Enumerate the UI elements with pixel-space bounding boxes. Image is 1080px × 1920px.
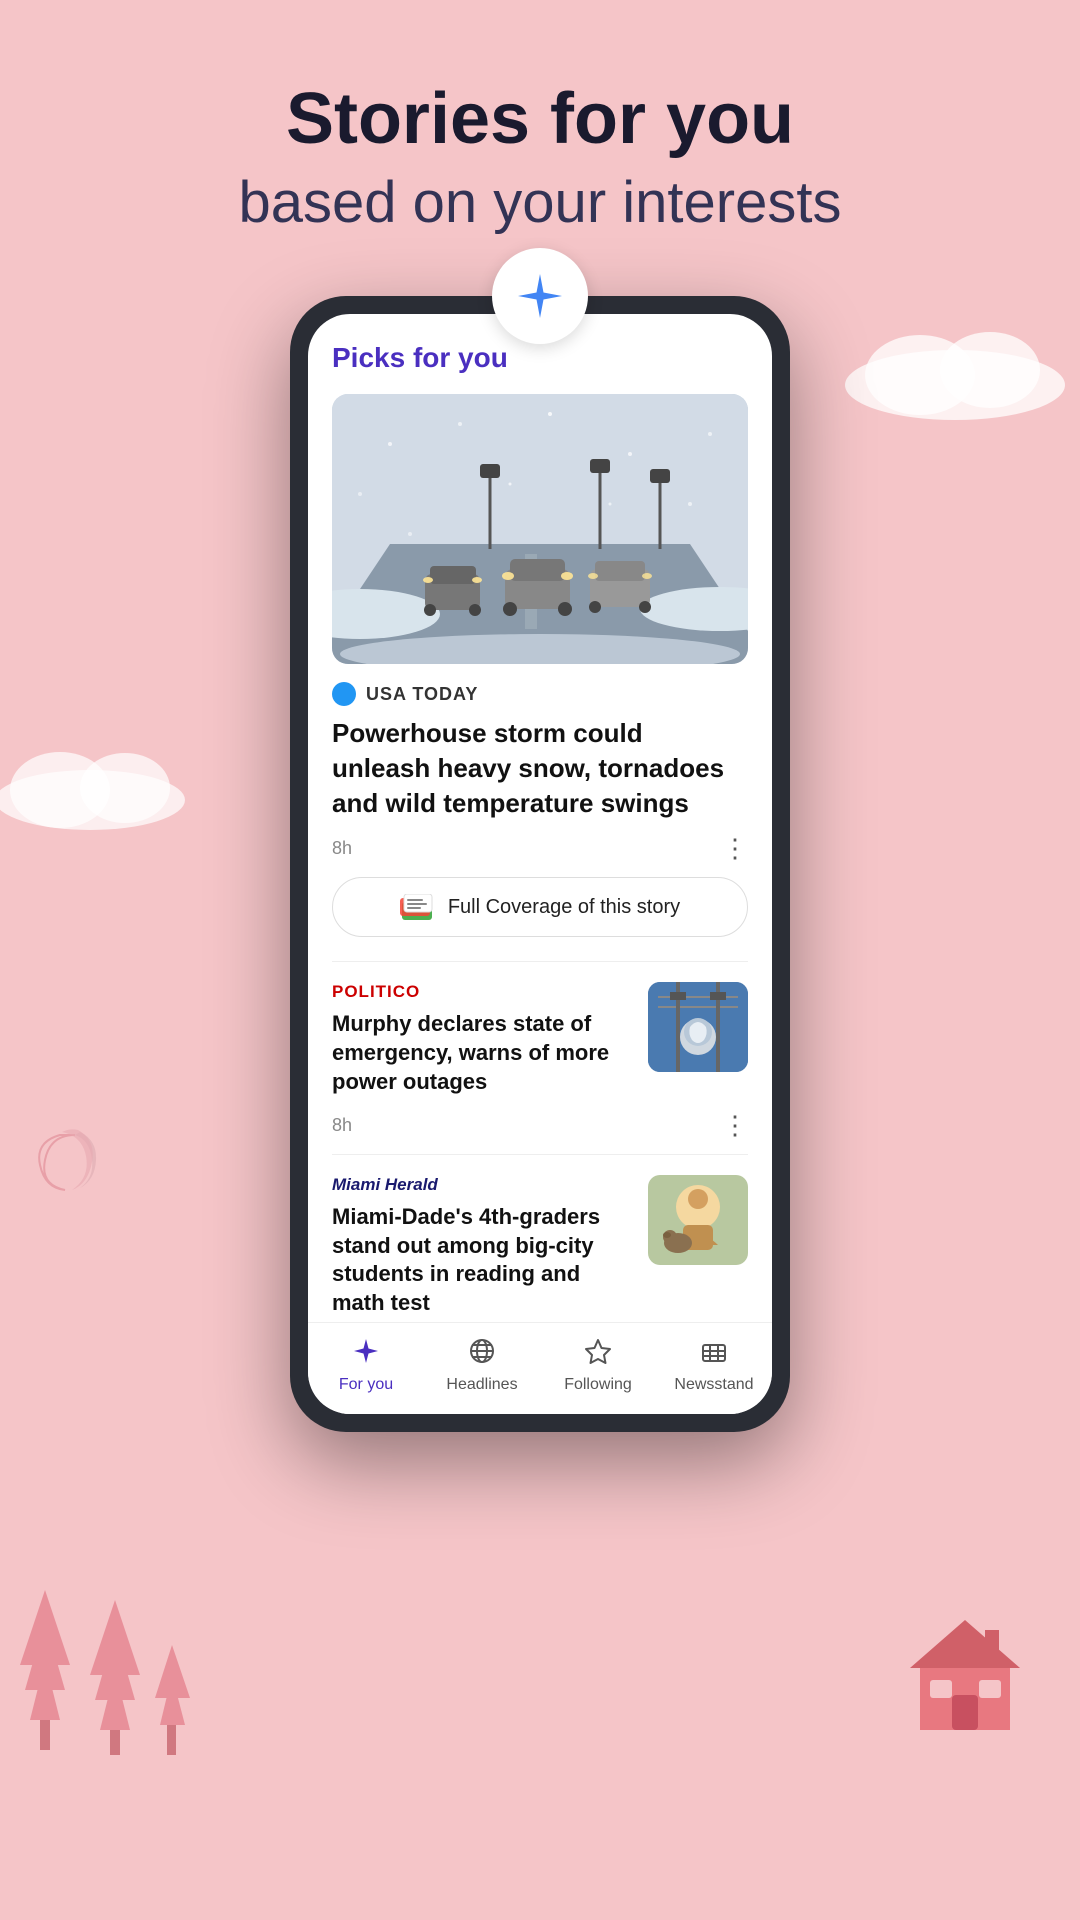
nav-for-you[interactable]: For you — [308, 1337, 424, 1394]
nav-newsstand-label: Newsstand — [674, 1376, 753, 1394]
usa-today-logo — [332, 682, 356, 706]
hero-article-meta: 8h ⋮ — [332, 835, 748, 861]
article-3-headline: Miami-Dade's 4th-graders stand out among… — [332, 1203, 634, 1317]
following-icon — [584, 1337, 612, 1370]
hero-more-options[interactable]: ⋮ — [722, 835, 748, 861]
hero-source-row: USA TODAY — [332, 682, 748, 706]
phone-mockup: Picks for you — [290, 296, 790, 1432]
nav-for-you-label: For you — [339, 1376, 393, 1394]
bg-cloud-1 — [840, 330, 1070, 420]
header-title-line2: based on your interests — [239, 169, 842, 236]
bg-cloud-2 — [0, 750, 190, 830]
article-2-content: POLITICO Murphy declares state of emerge… — [332, 982, 634, 1096]
bg-trees — [0, 1500, 210, 1760]
for-you-icon — [352, 1337, 380, 1370]
newsstand-icon — [700, 1337, 728, 1370]
article-2-headline: Murphy declares state of emergency, warn… — [332, 1010, 634, 1096]
miami-herald-source: Miami Herald — [332, 1175, 634, 1195]
article-row-3[interactable]: Miami Herald Miami-Dade's 4th-graders st… — [332, 1175, 748, 1317]
article-2-time: 8h — [332, 1115, 352, 1136]
phone-screen: Picks for you — [308, 314, 772, 1414]
nav-headlines-label: Headlines — [446, 1376, 517, 1394]
nav-newsstand[interactable]: Newsstand — [656, 1337, 772, 1394]
article-3-image — [648, 1175, 748, 1265]
hero-article-image — [332, 394, 748, 664]
header-section: Stories for you based on your interests — [239, 0, 842, 276]
hero-headline: Powerhouse storm could unleash heavy sno… — [332, 716, 748, 821]
hero-source-name: USA TODAY — [366, 684, 478, 705]
divider-2 — [332, 1154, 748, 1155]
google-news-badge — [492, 248, 588, 344]
bg-moon — [20, 1120, 100, 1200]
article-2-more[interactable]: ⋮ — [722, 1112, 748, 1138]
article-2-image — [648, 982, 748, 1072]
hero-article-time: 8h — [332, 838, 352, 859]
nav-following-label: Following — [564, 1376, 632, 1394]
full-coverage-label: Full Coverage of this story — [448, 896, 680, 919]
sparkle-icon — [514, 270, 566, 322]
full-coverage-icon — [400, 894, 436, 920]
phone-frame: Picks for you — [290, 296, 790, 1432]
divider-1 — [332, 961, 748, 962]
bottom-navigation: For you Headlines — [308, 1322, 772, 1414]
nav-following[interactable]: Following — [540, 1337, 656, 1394]
nav-headlines[interactable]: Headlines — [424, 1337, 540, 1394]
article-2-meta: 8h ⋮ — [332, 1104, 748, 1154]
politico-source: POLITICO — [332, 982, 634, 1002]
article-3-content: Miami Herald Miami-Dade's 4th-graders st… — [332, 1175, 634, 1317]
header-title-line1: Stories for you — [239, 80, 842, 159]
full-coverage-button[interactable]: Full Coverage of this story — [332, 877, 748, 937]
picks-for-you-title: Picks for you — [332, 342, 748, 374]
headlines-icon — [468, 1337, 496, 1370]
app-content: Picks for you — [308, 314, 772, 1322]
bg-house — [900, 1600, 1030, 1730]
article-row-2[interactable]: POLITICO Murphy declares state of emerge… — [332, 982, 748, 1096]
